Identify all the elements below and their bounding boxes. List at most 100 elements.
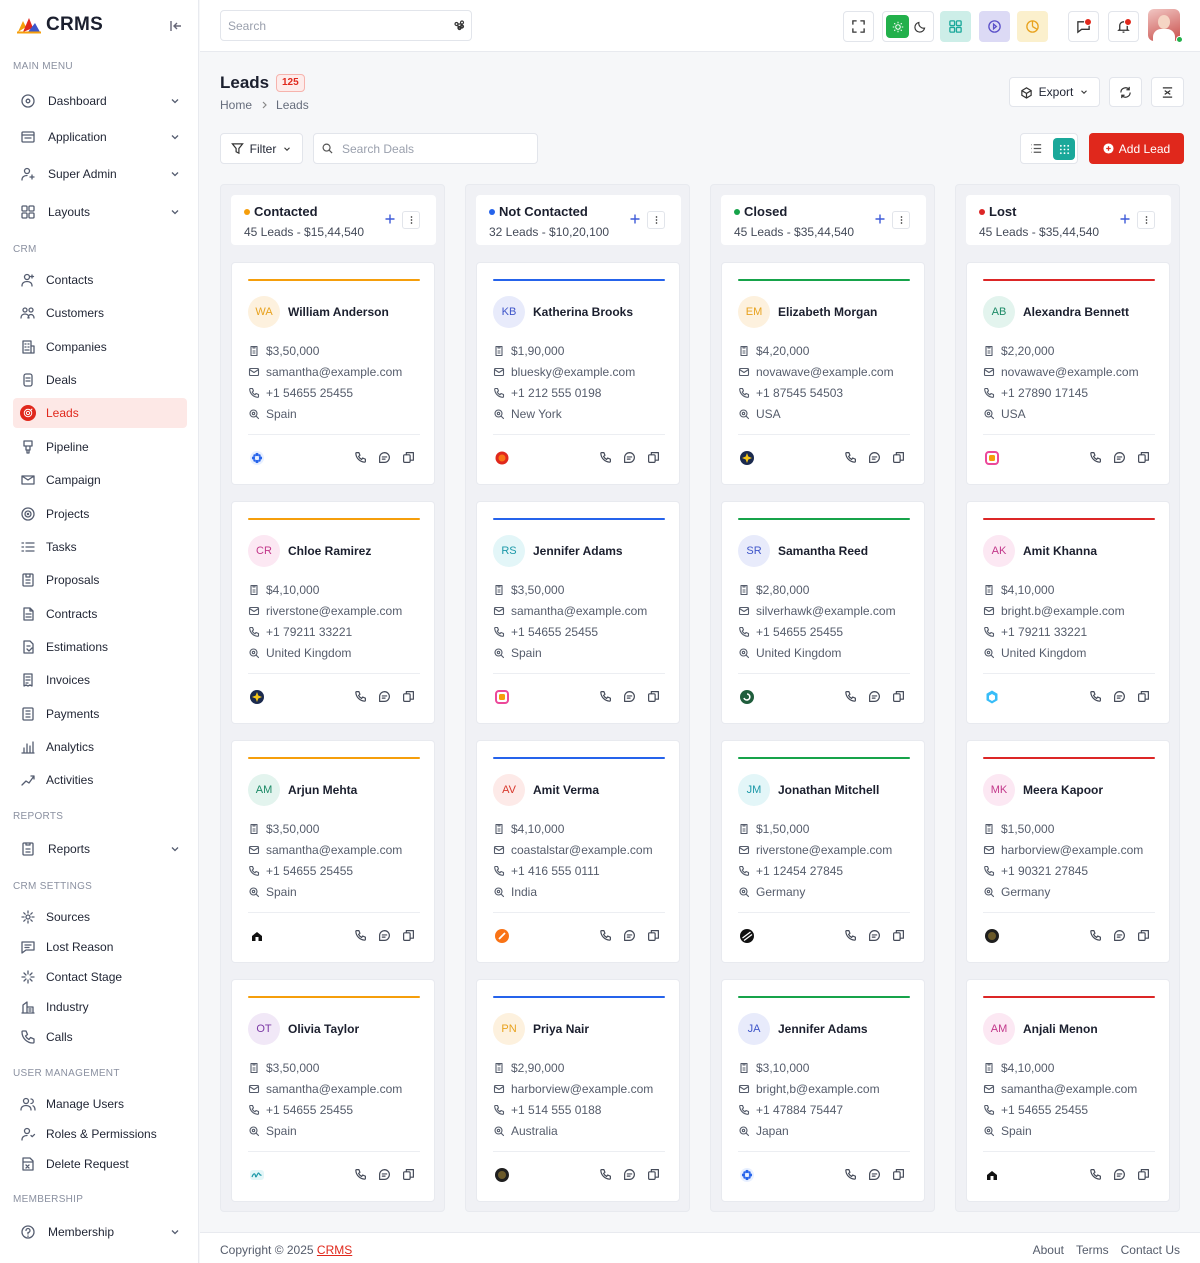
lead-phone-value[interactable]: +1 54655 25455 xyxy=(266,864,353,878)
lead-name[interactable]: Chloe Ramirez xyxy=(288,544,371,558)
messages-button[interactable] xyxy=(1068,11,1099,42)
lead-name[interactable]: Jonathan Mitchell xyxy=(778,783,879,797)
phone-icon[interactable] xyxy=(599,929,612,942)
sidebar-item-analytics[interactable]: Analytics xyxy=(13,732,187,762)
phone-icon[interactable] xyxy=(599,451,612,464)
sidebar-item-delete-request[interactable]: Delete Request xyxy=(13,1149,187,1179)
lead-email-value[interactable]: samantha@example.com xyxy=(266,1082,402,1096)
copy-icon[interactable] xyxy=(647,451,660,464)
theme-toggle[interactable] xyxy=(882,11,934,42)
sidebar-item-activities[interactable]: Activities xyxy=(13,765,187,795)
sidebar-item-deals[interactable]: Deals xyxy=(13,365,187,395)
lead-phone-value[interactable]: +1 87545 54503 xyxy=(756,386,843,400)
sidebar-item-contacts[interactable]: Contacts xyxy=(13,265,187,295)
sidebar-item-sources[interactable]: Sources xyxy=(13,902,187,932)
phone-icon[interactable] xyxy=(844,451,857,464)
lead-card[interactable]: EM Elizabeth Morgan $4,20,000 novawave@exam… xyxy=(721,262,925,485)
lead-name[interactable]: Alexandra Bennett xyxy=(1023,305,1129,319)
phone-icon[interactable] xyxy=(599,1168,612,1181)
footer-link-contact[interactable]: Contact Us xyxy=(1121,1243,1180,1257)
lead-email-value[interactable]: silverhawk@example.com xyxy=(756,604,896,618)
lead-name[interactable]: Amit Khanna xyxy=(1023,544,1097,558)
collapse-sidebar-icon[interactable] xyxy=(168,18,184,34)
copy-icon[interactable] xyxy=(1137,1168,1150,1181)
column-more-button[interactable] xyxy=(402,211,420,229)
lead-card[interactable]: JM Jonathan Mitchell $1,50,000 riverstone@e… xyxy=(721,740,925,963)
lead-phone-value[interactable]: +1 416 555 0111 xyxy=(511,864,600,878)
sidebar-item-calls[interactable]: Calls xyxy=(13,1022,187,1052)
chat-icon[interactable] xyxy=(1113,690,1126,703)
list-view-icon[interactable] xyxy=(1030,142,1043,155)
breadcrumb-home[interactable]: Home xyxy=(220,98,252,112)
lead-email-value[interactable]: novawave@example.com xyxy=(756,365,894,379)
lead-name[interactable]: Priya Nair xyxy=(533,1022,589,1036)
lead-phone-value[interactable]: +1 47884 75447 xyxy=(756,1103,843,1117)
sidebar-item-customers[interactable]: Customers xyxy=(13,298,187,328)
chat-icon[interactable] xyxy=(868,1168,881,1181)
lead-email-value[interactable]: samantha@example.com xyxy=(266,365,402,379)
lead-card[interactable]: WA William Anderson $3,50,000 samantha@exam… xyxy=(231,262,435,485)
lead-email-value[interactable]: bluesky@example.com xyxy=(511,365,635,379)
footer-link-terms[interactable]: Terms xyxy=(1076,1243,1109,1257)
copy-icon[interactable] xyxy=(1137,451,1150,464)
lead-card[interactable]: AV Amit Verma $4,10,000 coastalstar@example… xyxy=(476,740,680,963)
phone-icon[interactable] xyxy=(844,690,857,703)
lead-card[interactable]: AM Arjun Mehta $3,50,000 samantha@example.c… xyxy=(231,740,435,963)
lead-phone-value[interactable]: +1 79211 33221 xyxy=(266,625,352,639)
lead-card[interactable]: PN Priya Nair $2,90,000 harborview@example.… xyxy=(476,979,680,1202)
refresh-button[interactable] xyxy=(1109,77,1142,107)
brand-logo[interactable]: CRMS xyxy=(16,14,103,36)
chat-icon[interactable] xyxy=(1113,451,1126,464)
sidebar-item-contact-stage[interactable]: Contact Stage xyxy=(13,962,187,992)
column-more-button[interactable] xyxy=(892,211,910,229)
lead-name[interactable]: Arjun Mehta xyxy=(288,783,357,797)
lead-phone-value[interactable]: +1 79211 33221 xyxy=(1001,625,1087,639)
timer-button[interactable] xyxy=(1017,11,1048,42)
user-avatar[interactable] xyxy=(1148,9,1180,41)
sidebar-item-dashboard[interactable]: Dashboard xyxy=(13,86,187,116)
lead-email-value[interactable]: samantha@example.com xyxy=(266,843,402,857)
lead-phone-value[interactable]: +1 514 555 0188 xyxy=(511,1103,601,1117)
sidebar-item-reports[interactable]: Reports xyxy=(13,834,187,864)
add-lead-button[interactable]: Add Lead xyxy=(1089,133,1184,164)
lead-name[interactable]: Samantha Reed xyxy=(778,544,868,558)
chat-icon[interactable] xyxy=(378,690,391,703)
sidebar-item-leads[interactable]: Leads xyxy=(13,398,187,428)
chat-icon[interactable] xyxy=(868,690,881,703)
phone-icon[interactable] xyxy=(844,1168,857,1181)
phone-icon[interactable] xyxy=(354,1168,367,1181)
phone-icon[interactable] xyxy=(354,451,367,464)
copy-icon[interactable] xyxy=(1137,690,1150,703)
lead-email-value[interactable]: novawave@example.com xyxy=(1001,365,1139,379)
notifications-button[interactable] xyxy=(1108,11,1139,42)
lead-card[interactable]: CR Chloe Ramirez $4,10,000 riverstone@examp… xyxy=(231,501,435,724)
column-more-button[interactable] xyxy=(1137,211,1155,229)
apps-button[interactable] xyxy=(940,11,971,42)
copy-icon[interactable] xyxy=(647,1168,660,1181)
sidebar-item-industry[interactable]: Industry xyxy=(13,992,187,1022)
lead-card[interactable]: RS Jennifer Adams $3,50,000 samantha@exampl… xyxy=(476,501,680,724)
chat-icon[interactable] xyxy=(378,1168,391,1181)
lead-phone-value[interactable]: +1 54655 25455 xyxy=(266,386,353,400)
phone-icon[interactable] xyxy=(1089,451,1102,464)
lead-email-value[interactable]: harborview@example.com xyxy=(511,1082,653,1096)
search-deals-input[interactable] xyxy=(313,133,538,164)
sidebar-item-lost-reason[interactable]: Lost Reason xyxy=(13,932,187,962)
footer-link-about[interactable]: About xyxy=(1033,1243,1064,1257)
copy-icon[interactable] xyxy=(402,690,415,703)
lead-card[interactable]: AB Alexandra Bennett $2,20,000 novawave@exa… xyxy=(966,262,1170,485)
lead-name[interactable]: Meera Kapoor xyxy=(1023,783,1103,797)
lead-card[interactable]: AK Amit Khanna $4,10,000 bright.b@example.c… xyxy=(966,501,1170,724)
lead-name[interactable]: Elizabeth Morgan xyxy=(778,305,877,319)
copy-icon[interactable] xyxy=(402,451,415,464)
lead-name[interactable]: Anjali Menon xyxy=(1023,1022,1098,1036)
lead-name[interactable]: William Anderson xyxy=(288,305,389,319)
copy-icon[interactable] xyxy=(892,929,905,942)
collapse-header-button[interactable] xyxy=(1151,77,1184,107)
copy-icon[interactable] xyxy=(402,1168,415,1181)
column-more-button[interactable] xyxy=(647,211,665,229)
lead-email-value[interactable]: bright.b@example.com xyxy=(1001,604,1125,618)
sidebar-item-companies[interactable]: Companies xyxy=(13,332,187,362)
filter-button[interactable]: Filter xyxy=(220,133,303,164)
phone-icon[interactable] xyxy=(1089,929,1102,942)
